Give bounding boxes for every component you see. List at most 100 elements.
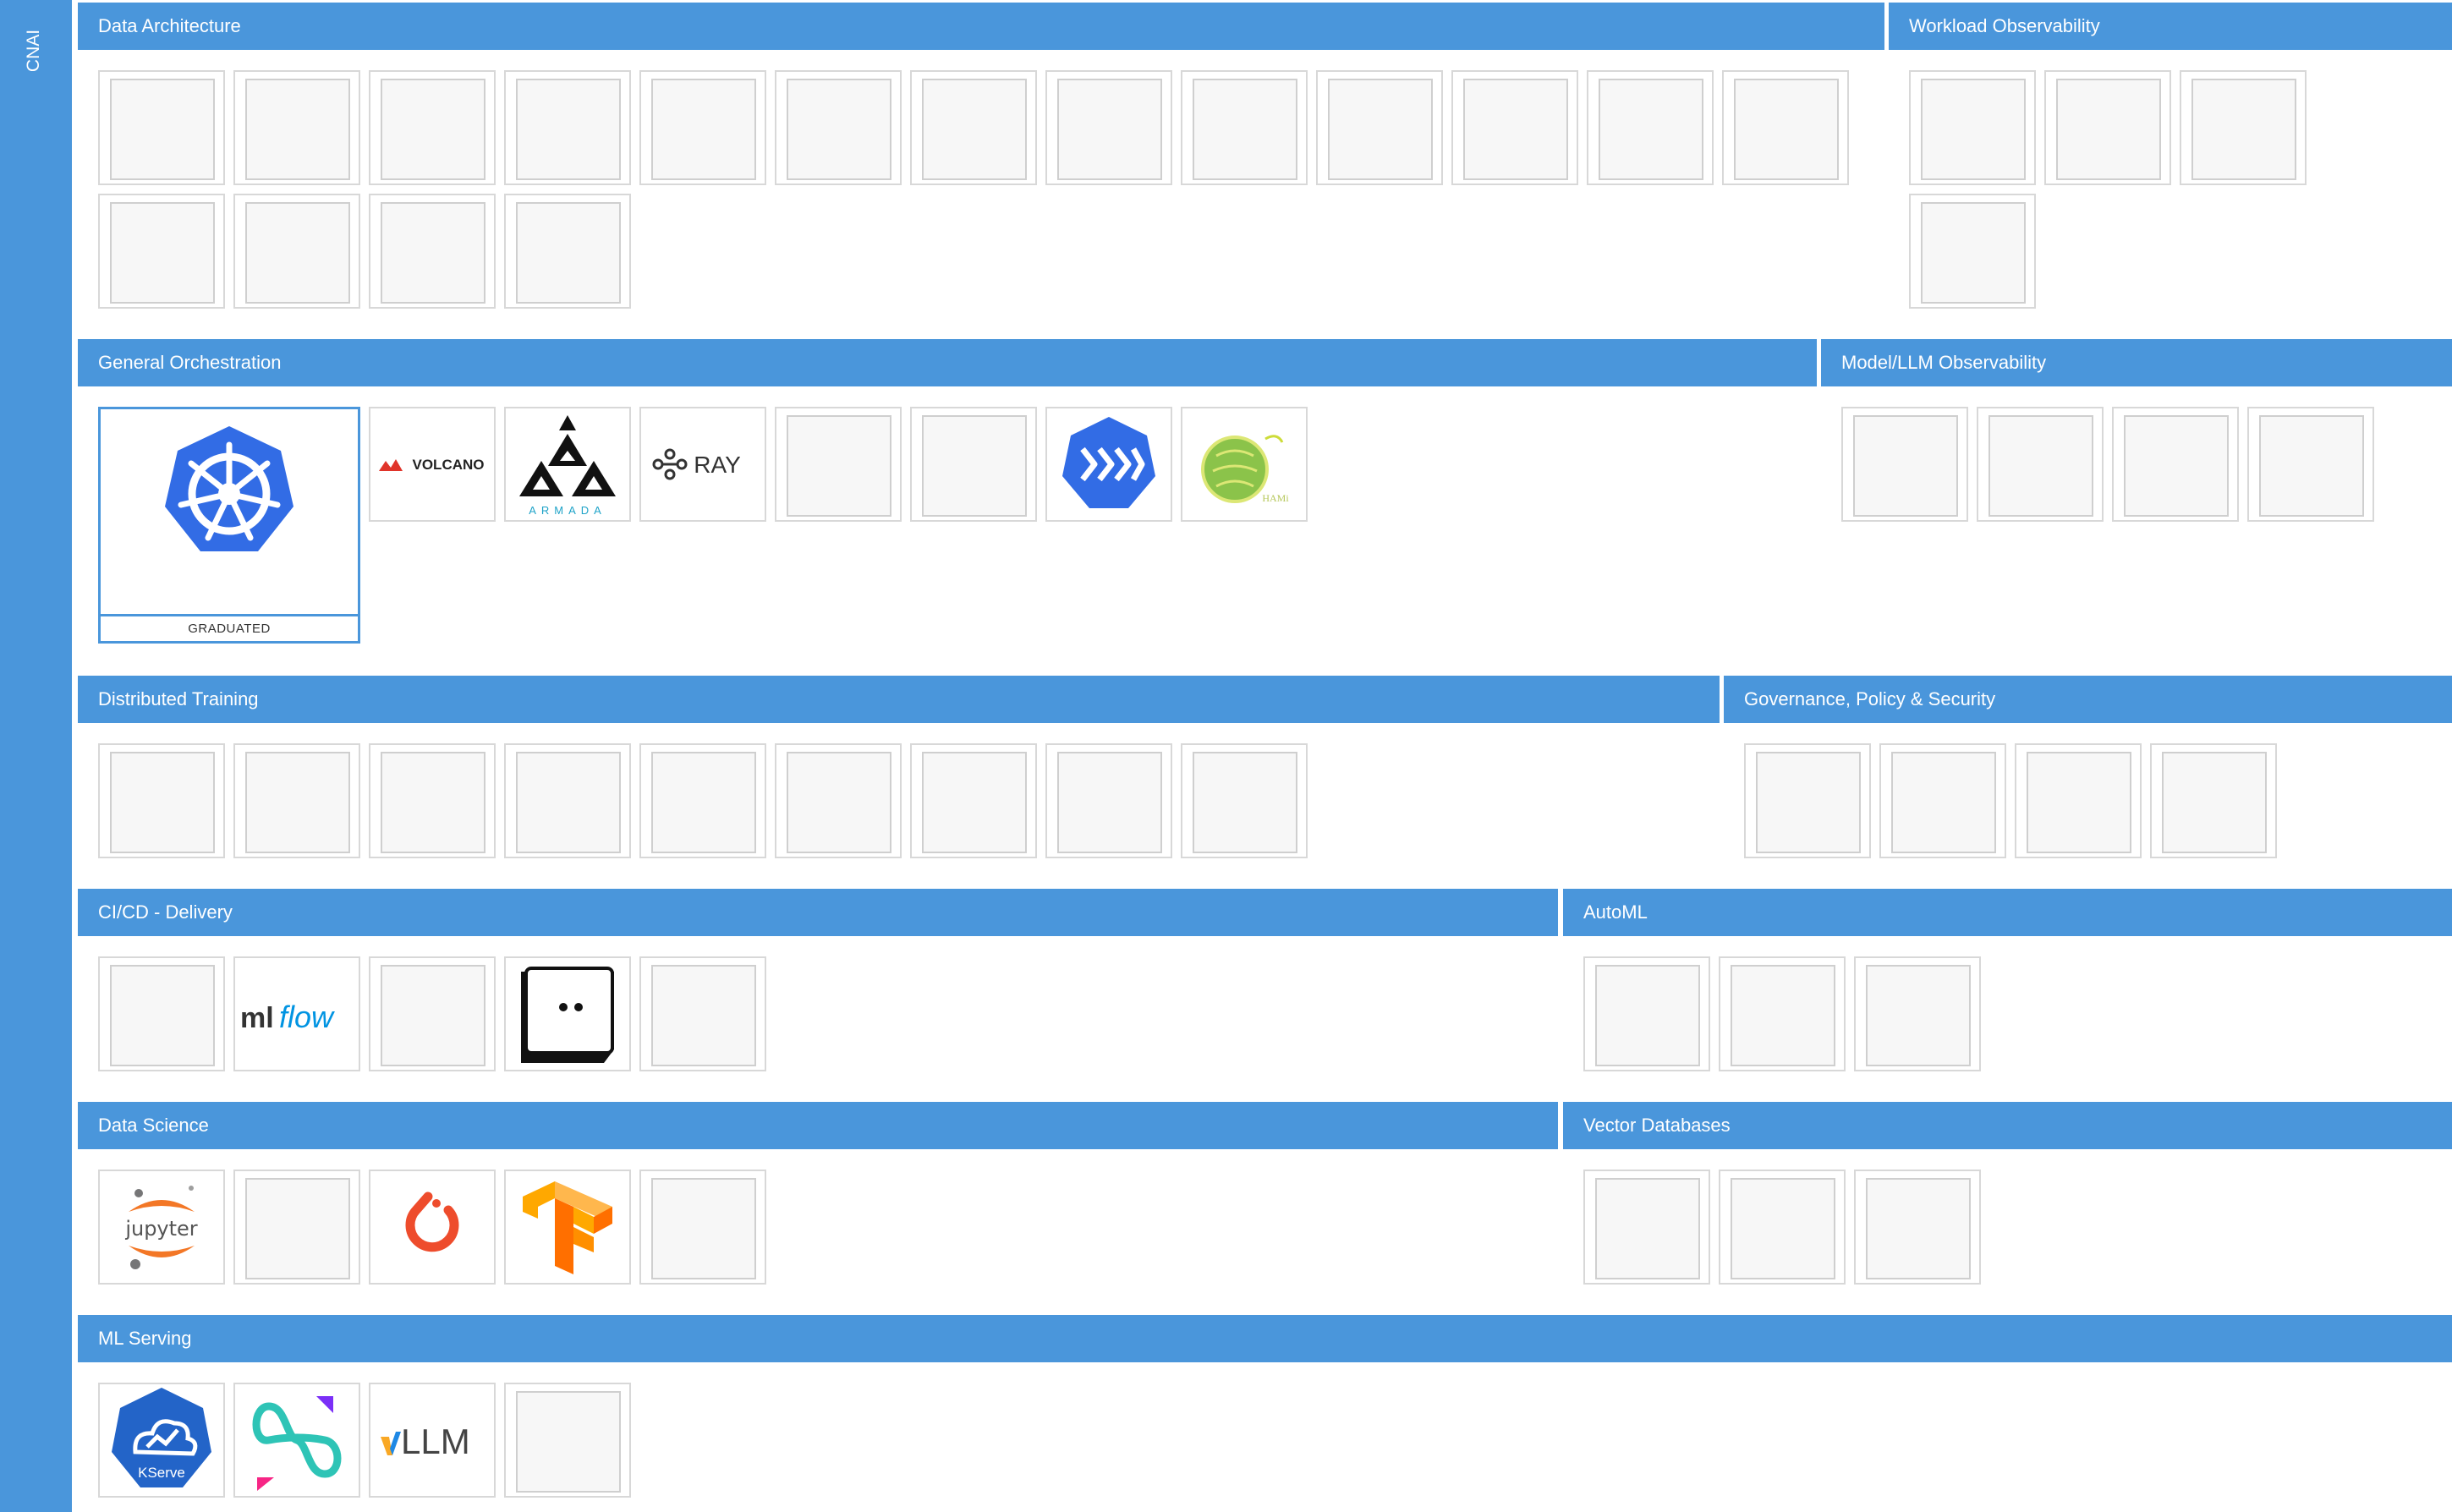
mlflow-flow-text: flow [279, 1000, 335, 1034]
armada-logo-icon: ARMADA [519, 415, 616, 517]
kueue-tile[interactable] [1045, 407, 1172, 522]
project-tile[interactable] [1854, 1170, 1981, 1285]
jupyter-tile[interactable]: jupyter [98, 1170, 225, 1285]
armada-tile[interactable]: ARMADA [504, 407, 631, 522]
project-tile[interactable] [98, 743, 225, 858]
hami-tile[interactable]: HAMi [1181, 407, 1308, 522]
project-tile[interactable] [1583, 1170, 1710, 1285]
mlflow-ml-text: ml [240, 1002, 274, 1034]
project-tile[interactable] [1722, 70, 1849, 185]
mlflow-logo-icon: ml flow [240, 1000, 335, 1034]
project-tile[interactable] [1451, 70, 1578, 185]
ray-tile[interactable]: RAY [639, 407, 766, 522]
project-tile[interactable] [233, 1170, 360, 1285]
section-header-distributed-training: Distributed Training [78, 676, 1720, 723]
project-tile[interactable] [1854, 956, 1981, 1071]
jupyter-logo-icon: jupyter [124, 1186, 198, 1269]
project-tile[interactable] [98, 956, 225, 1071]
vllm-wordmark: LLM [401, 1422, 470, 1461]
project-tile[interactable] [369, 70, 496, 185]
project-tile[interactable] [1181, 70, 1308, 185]
project-tile[interactable] [2112, 407, 2239, 522]
project-tile[interactable] [775, 743, 902, 858]
project-tile[interactable] [2180, 70, 2307, 185]
section-header-automl: AutoML [1563, 889, 2452, 936]
project-tile[interactable] [639, 70, 766, 185]
volcano-wordmark: VOLCANO [413, 457, 485, 473]
kserve-wordmark: KServe [138, 1465, 185, 1481]
project-tile[interactable] [233, 194, 360, 309]
vllm-logo-icon: LLM v [381, 1422, 470, 1461]
project-tile[interactable] [233, 70, 360, 185]
project-tile[interactable] [504, 70, 631, 185]
project-tile[interactable] [504, 194, 631, 309]
project-tile[interactable] [1719, 1170, 1846, 1285]
vllm-tile[interactable]: LLM v [369, 1383, 496, 1498]
project-tile[interactable] [504, 743, 631, 858]
project-tile[interactable] [639, 743, 766, 858]
project-tile[interactable] [1181, 743, 1308, 858]
project-tile[interactable] [1909, 194, 2036, 309]
kubernetes-logo-icon [165, 426, 293, 551]
section-header-data-architecture: Data Architecture [78, 3, 1884, 50]
section-header-model-llm-observability: Model/LLM Observability [1821, 339, 2452, 386]
infinity-logo-icon [252, 1396, 342, 1491]
project-tile[interactable] [1909, 70, 2036, 185]
section-header-general-orchestration: General Orchestration [78, 339, 1817, 386]
kserve-logo-icon: KServe [112, 1388, 211, 1487]
project-tile[interactable] [775, 407, 902, 522]
project-tile[interactable] [2044, 70, 2171, 185]
section-header-workload-observability: Workload Observability [1889, 3, 2452, 50]
cnai-sidebar: CNAI [0, 0, 72, 1512]
project-tile[interactable] [910, 407, 1037, 522]
hami-wordmark: HAMi [1262, 492, 1289, 504]
project-tile[interactable] [1045, 743, 1172, 858]
project-tile[interactable] [1977, 407, 2104, 522]
project-tile[interactable] [910, 743, 1037, 858]
project-tile[interactable] [98, 70, 225, 185]
bento-box-logo-icon [521, 967, 614, 1063]
project-tile[interactable] [1316, 70, 1443, 185]
project-tile[interactable] [1841, 407, 1968, 522]
project-tile[interactable] [1045, 70, 1172, 185]
project-tile[interactable] [369, 956, 496, 1071]
project-tile[interactable] [98, 194, 225, 309]
kserve-tile[interactable]: KServe [98, 1383, 225, 1498]
section-header-cicd: CI/CD - Delivery [78, 889, 1558, 936]
section-header-governance: Governance, Policy & Security [1724, 676, 2452, 723]
pytorch-tile[interactable] [369, 1170, 496, 1285]
project-tile[interactable] [1587, 70, 1714, 185]
project-tile[interactable] [1583, 956, 1710, 1071]
ray-wordmark: RAY [694, 452, 741, 478]
mlflow-tile[interactable]: ml flow [233, 956, 360, 1071]
volcano-tile[interactable]: VOLCANO [369, 407, 496, 522]
kubernetes-tile[interactable]: GRADUATED [98, 407, 360, 644]
project-tile[interactable] [910, 70, 1037, 185]
project-tile[interactable] [1879, 743, 2006, 858]
sidebar-label: CNAI [24, 29, 43, 73]
graduated-badge: GRADUATED [101, 614, 358, 641]
project-tile[interactable] [639, 956, 766, 1071]
project-tile[interactable] [775, 70, 902, 185]
section-header-vector-databases: Vector Databases [1563, 1102, 2452, 1149]
ray-logo-icon: RAY [652, 448, 741, 480]
section-header-data-science: Data Science [78, 1102, 1558, 1149]
kaito-tile[interactable] [233, 1383, 360, 1498]
tensorflow-tile[interactable] [504, 1170, 631, 1285]
project-tile[interactable] [369, 743, 496, 858]
project-tile[interactable] [1744, 743, 1871, 858]
project-tile[interactable] [504, 1383, 631, 1498]
kueue-logo-icon [1062, 417, 1155, 508]
project-tile[interactable] [2150, 743, 2277, 858]
project-tile[interactable] [2015, 743, 2142, 858]
project-tile[interactable] [1719, 956, 1846, 1071]
project-tile[interactable] [369, 194, 496, 309]
project-tile[interactable] [233, 743, 360, 858]
project-tile[interactable] [2247, 407, 2374, 522]
bentoml-tile[interactable] [504, 956, 631, 1071]
project-tile[interactable] [639, 1170, 766, 1285]
jupyter-wordmark: jupyter [124, 1217, 197, 1241]
tensorflow-logo-icon [523, 1181, 612, 1274]
volcano-logo-icon: VOLCANO [379, 457, 485, 473]
hami-logo-icon: HAMi [1201, 435, 1289, 504]
